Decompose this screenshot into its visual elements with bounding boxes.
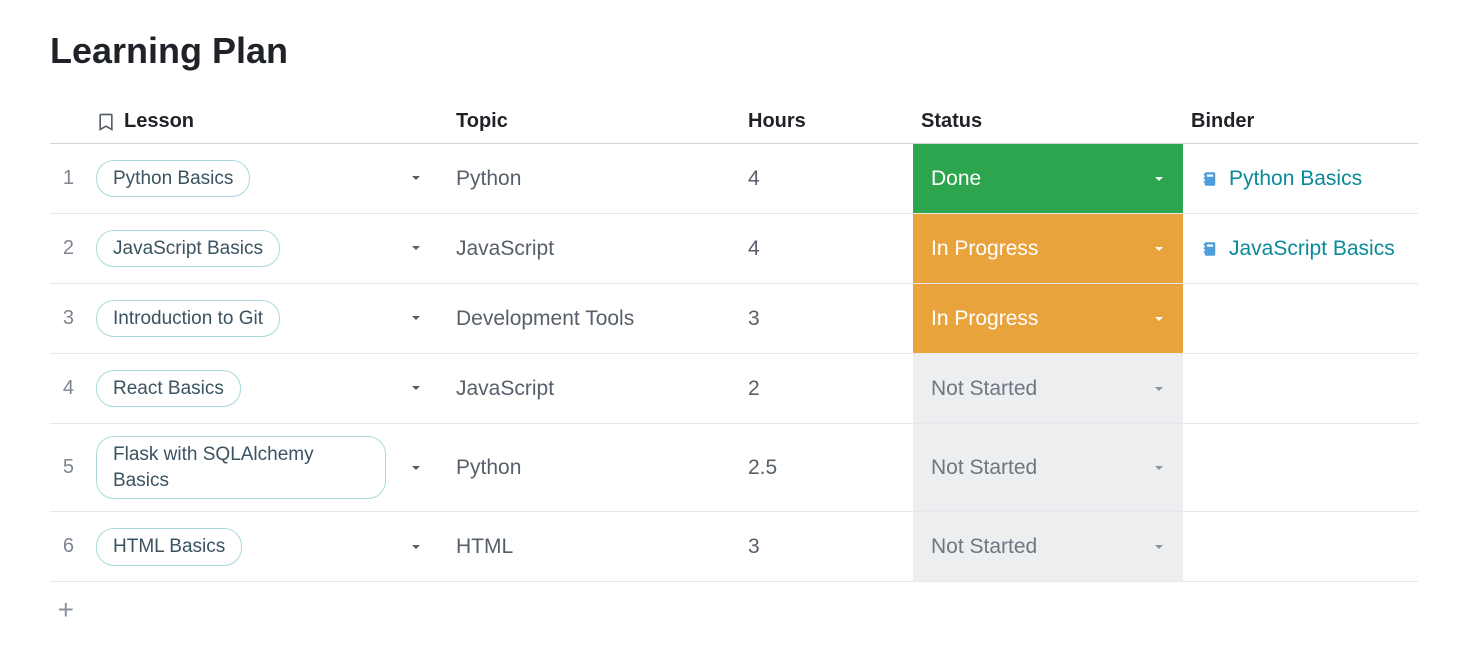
column-header-topic[interactable]: Topic: [448, 110, 748, 133]
table-row: 5 Flask with SQLAlchemy Basics Python 2.…: [50, 424, 1418, 512]
topic-cell[interactable]: HTML: [448, 535, 748, 559]
table-row: 4 React Basics JavaScript 2 Not Started: [50, 354, 1418, 424]
status-dropdown-caret[interactable]: [1153, 541, 1165, 553]
status-select[interactable]: In Progress: [913, 214, 1183, 283]
status-cell[interactable]: Done: [913, 156, 1183, 201]
lesson-dropdown-caret[interactable]: [410, 312, 440, 324]
hours-cell[interactable]: 4: [748, 167, 913, 191]
lesson-pill[interactable]: React Basics: [96, 370, 241, 408]
status-dropdown-caret[interactable]: [1153, 462, 1165, 474]
binder-link[interactable]: Python Basics: [1229, 167, 1362, 191]
lesson-pill[interactable]: Introduction to Git: [96, 300, 280, 338]
row-number: 2: [50, 237, 88, 260]
table-row: 6 HTML Basics HTML 3 Not Started: [50, 512, 1418, 582]
status-dropdown-caret[interactable]: [1153, 383, 1165, 395]
table-row: 2 JavaScript Basics JavaScript 4 In Prog…: [50, 214, 1418, 284]
row-number: 3: [50, 307, 88, 330]
status-select[interactable]: Not Started: [913, 354, 1183, 423]
column-header-status-label: Status: [921, 110, 982, 133]
status-select[interactable]: Not Started: [913, 424, 1183, 511]
row-number: 6: [50, 535, 88, 558]
row-number: 4: [50, 377, 88, 400]
status-label: In Progress: [931, 237, 1038, 261]
table-header-row: Lesson Topic Hours Status Binder: [50, 100, 1418, 144]
hours-cell[interactable]: 3: [748, 307, 913, 331]
lesson-cell[interactable]: Flask with SQLAlchemy Basics: [88, 436, 448, 499]
binder-cell[interactable]: JavaScript Basics: [1183, 237, 1418, 261]
status-dropdown-caret[interactable]: [1153, 313, 1165, 325]
notebook-icon: [1201, 240, 1219, 258]
topic-cell[interactable]: Python: [448, 167, 748, 191]
status-select[interactable]: Not Started: [913, 512, 1183, 581]
column-header-hours-label: Hours: [748, 110, 806, 133]
lesson-dropdown-caret[interactable]: [410, 382, 440, 394]
table-row: 3 Introduction to Git Development Tools …: [50, 284, 1418, 354]
hours-cell[interactable]: 2: [748, 377, 913, 401]
hours-cell[interactable]: 4: [748, 237, 913, 261]
page-title: Learning Plan: [50, 30, 1418, 72]
status-cell[interactable]: In Progress: [913, 296, 1183, 341]
column-header-binder[interactable]: Binder: [1183, 110, 1418, 133]
lesson-cell[interactable]: HTML Basics: [88, 528, 448, 566]
status-cell[interactable]: Not Started: [913, 436, 1183, 499]
status-dropdown-caret[interactable]: [1153, 243, 1165, 255]
notebook-icon: [1201, 170, 1219, 188]
lesson-dropdown-caret[interactable]: [410, 462, 440, 474]
lesson-pill[interactable]: Python Basics: [96, 160, 250, 198]
hours-cell[interactable]: 3: [748, 535, 913, 559]
status-cell[interactable]: Not Started: [913, 366, 1183, 411]
topic-cell[interactable]: JavaScript: [448, 237, 748, 261]
lesson-cell[interactable]: Python Basics: [88, 160, 448, 198]
add-row[interactable]: +: [50, 582, 1418, 638]
lesson-dropdown-caret[interactable]: [410, 242, 440, 254]
column-header-binder-label: Binder: [1191, 110, 1254, 133]
row-number: 1: [50, 167, 88, 190]
topic-cell[interactable]: Development Tools: [448, 307, 748, 331]
status-select[interactable]: In Progress: [913, 284, 1183, 353]
binder-link[interactable]: JavaScript Basics: [1229, 237, 1395, 261]
lesson-cell[interactable]: React Basics: [88, 370, 448, 408]
column-header-lesson[interactable]: Lesson: [88, 110, 448, 133]
lesson-dropdown-caret[interactable]: [410, 541, 440, 553]
bookmark-icon: [96, 112, 116, 132]
status-dropdown-caret[interactable]: [1153, 173, 1165, 185]
lesson-dropdown-caret[interactable]: [410, 172, 440, 184]
lesson-pill[interactable]: JavaScript Basics: [96, 230, 280, 268]
lesson-cell[interactable]: Introduction to Git: [88, 300, 448, 338]
status-label: Done: [931, 167, 981, 191]
status-cell[interactable]: In Progress: [913, 226, 1183, 271]
status-label: Not Started: [931, 535, 1037, 559]
topic-cell[interactable]: JavaScript: [448, 377, 748, 401]
status-label: Not Started: [931, 377, 1037, 401]
lesson-cell[interactable]: JavaScript Basics: [88, 230, 448, 268]
plus-icon[interactable]: +: [50, 596, 88, 624]
column-header-hours[interactable]: Hours: [748, 110, 913, 133]
binder-cell[interactable]: Python Basics: [1183, 167, 1418, 191]
column-header-topic-label: Topic: [456, 110, 508, 133]
learning-plan-table: Lesson Topic Hours Status Binder 1 Pytho…: [50, 100, 1418, 638]
status-cell[interactable]: Not Started: [913, 524, 1183, 569]
status-label: In Progress: [931, 307, 1038, 331]
lesson-pill[interactable]: Flask with SQLAlchemy Basics: [96, 436, 386, 499]
lesson-pill[interactable]: HTML Basics: [96, 528, 242, 566]
table-row: 1 Python Basics Python 4 Done: [50, 144, 1418, 214]
status-label: Not Started: [931, 456, 1037, 480]
hours-cell[interactable]: 2.5: [748, 456, 913, 480]
topic-cell[interactable]: Python: [448, 456, 748, 480]
row-number: 5: [50, 456, 88, 479]
column-header-lesson-label: Lesson: [124, 110, 194, 133]
column-header-status[interactable]: Status: [913, 110, 1183, 133]
status-select[interactable]: Done: [913, 144, 1183, 213]
